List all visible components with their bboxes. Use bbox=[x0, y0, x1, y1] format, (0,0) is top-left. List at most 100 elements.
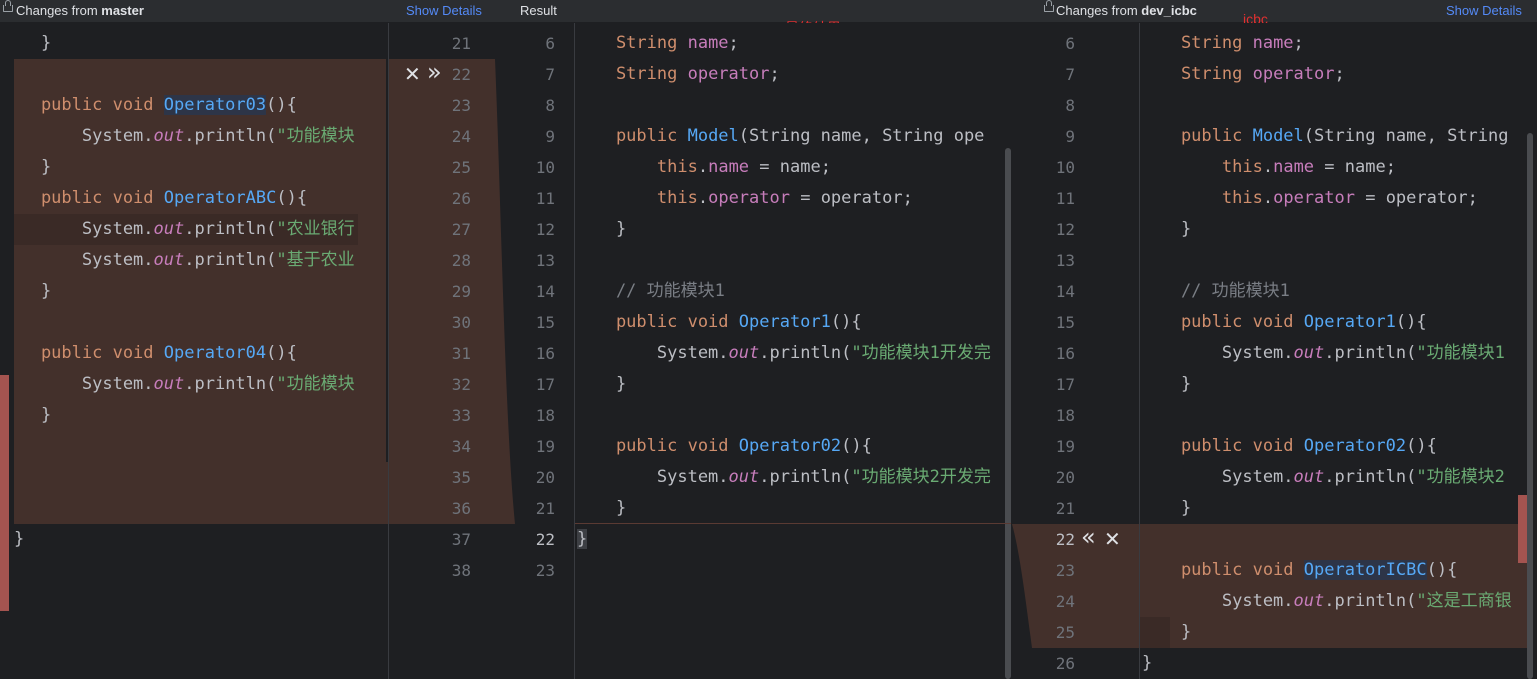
code-line: public Model(String name, String bbox=[1140, 126, 1509, 146]
right-change-marker bbox=[1518, 495, 1527, 563]
line-number: 9 bbox=[1065, 127, 1075, 146]
code-line: System.out.println("农业银行 bbox=[0, 219, 355, 239]
line-number: 13 bbox=[535, 251, 555, 270]
code-line: System.out.println("功能模块2 bbox=[1140, 467, 1505, 487]
result-editor[interactable]: String name; String operator; public Mod… bbox=[575, 23, 1011, 679]
line-number: 17 bbox=[1055, 375, 1075, 394]
code-line: } bbox=[575, 374, 627, 394]
code-line: String name; bbox=[1140, 33, 1304, 53]
code-line: // 功能模块1 bbox=[575, 281, 725, 301]
line-number: 16 bbox=[535, 344, 555, 363]
reject-right-change-icon[interactable]: ✕ bbox=[1104, 524, 1121, 555]
left-editor[interactable]: } public void Operator03(){ System.out.p… bbox=[0, 23, 388, 679]
line-number: 6 bbox=[1065, 34, 1075, 53]
code-line: System.out.println("功能模块1 bbox=[1140, 343, 1505, 363]
code-line: public void Operator1(){ bbox=[575, 312, 862, 332]
code-line: } bbox=[1140, 622, 1192, 642]
line-number: 10 bbox=[535, 158, 555, 177]
line-number: 32 bbox=[451, 375, 471, 394]
line-number: 14 bbox=[535, 282, 555, 301]
line-number: 12 bbox=[1055, 220, 1075, 239]
line-number: 17 bbox=[535, 375, 555, 394]
accept-right-change-icon[interactable]: « bbox=[1081, 522, 1096, 553]
left-separator bbox=[388, 23, 389, 679]
right-header: Changes from dev_icbc Show Details bbox=[1038, 0, 1537, 23]
code-line: String name; bbox=[575, 33, 739, 53]
code-line: } bbox=[1142, 653, 1153, 673]
right-connector-shape bbox=[1012, 524, 1140, 648]
line-number: 20 bbox=[1055, 468, 1075, 487]
line-number: 18 bbox=[1055, 406, 1075, 425]
right-editor[interactable]: String name; String operator; public Mod… bbox=[1140, 23, 1537, 679]
line-number: 38 bbox=[451, 561, 471, 580]
code-line: System.out.println("功能模块 bbox=[0, 126, 355, 146]
line-number: 18 bbox=[535, 406, 555, 425]
lock-icon bbox=[1044, 0, 1054, 12]
line-number: 10 bbox=[1055, 158, 1075, 177]
line-number: 9 bbox=[545, 127, 555, 146]
line-number: 35 bbox=[451, 468, 471, 487]
line-number: 37 bbox=[451, 530, 471, 549]
line-number: 14 bbox=[1055, 282, 1075, 301]
line-number: 13 bbox=[1055, 251, 1075, 270]
line-number: 30 bbox=[451, 313, 471, 332]
line-number: 21 bbox=[451, 34, 471, 53]
line-number: 8 bbox=[1065, 96, 1075, 115]
line-number: 23 bbox=[535, 561, 555, 580]
line-number: 24 bbox=[451, 127, 471, 146]
line-number: 25 bbox=[1055, 623, 1075, 642]
line-number: 20 bbox=[535, 468, 555, 487]
right-scrollbar[interactable] bbox=[1527, 133, 1533, 679]
left-change-tail bbox=[14, 462, 388, 524]
line-number: 15 bbox=[1055, 313, 1075, 332]
code-line: public void Operator04(){ bbox=[0, 343, 297, 363]
code-line: public Model(String name, String ope bbox=[575, 126, 985, 146]
code-line: public void Operator03(){ bbox=[0, 95, 297, 115]
code-line: this.operator = operator; bbox=[656, 188, 913, 208]
code-line: public void Operator02(){ bbox=[575, 436, 872, 456]
line-number: 25 bbox=[451, 158, 471, 177]
code-line: } bbox=[1140, 374, 1192, 394]
line-number: 22 bbox=[451, 65, 471, 84]
line-number: 19 bbox=[1055, 437, 1075, 456]
right-show-details-link[interactable]: Show Details bbox=[1446, 0, 1522, 22]
line-number: 36 bbox=[451, 499, 471, 518]
code-line: public void Operator02(){ bbox=[1140, 436, 1437, 456]
code-line: } bbox=[575, 498, 627, 518]
code-line: public void Operator1(){ bbox=[1140, 312, 1427, 332]
code-line: System.out.println("这是工商银 bbox=[1140, 591, 1512, 611]
result-title: Result bbox=[520, 3, 557, 18]
line-number: 6 bbox=[545, 34, 555, 53]
code-line: } bbox=[0, 33, 52, 53]
line-number: 15 bbox=[535, 313, 555, 332]
line-number: 21 bbox=[535, 499, 555, 518]
code-line: String operator; bbox=[575, 64, 780, 84]
line-number: 11 bbox=[1055, 189, 1075, 208]
right-gutter: « ✕ 6 7 8 9 10 11 12 13 14 15 16 17 18 19 20 21 22 23 24 25… bbox=[1012, 23, 1140, 679]
line-number: 7 bbox=[545, 65, 555, 84]
code-line: } bbox=[1140, 219, 1192, 239]
code-line: System.out.println("基于农业 bbox=[0, 250, 355, 270]
code-line: } bbox=[577, 529, 588, 549]
right-title: Changes from dev_icbc bbox=[1056, 3, 1197, 18]
code-line: } bbox=[0, 405, 52, 425]
line-number: 16 bbox=[1055, 344, 1075, 363]
result-scrollbar[interactable] bbox=[1005, 148, 1011, 679]
code-line: this.name = name; bbox=[1221, 157, 1396, 177]
line-number: 26 bbox=[1055, 654, 1075, 673]
code-line: System.out.println("功能模块1开发完 bbox=[575, 343, 991, 363]
code-line: String operator; bbox=[1140, 64, 1345, 84]
code-line: } bbox=[1140, 498, 1192, 518]
line-number: 29 bbox=[451, 282, 471, 301]
code-line: this.name = name; bbox=[656, 157, 831, 177]
line-number: 7 bbox=[1065, 65, 1075, 84]
line-number: 12 bbox=[535, 220, 555, 239]
line-number: 34 bbox=[451, 437, 471, 456]
line-number: 11 bbox=[535, 189, 555, 208]
code-line: } bbox=[575, 219, 627, 239]
left-show-details-link[interactable]: Show Details bbox=[406, 0, 482, 22]
line-number: 22 bbox=[1055, 530, 1075, 549]
reject-left-change-icon[interactable]: ✕ bbox=[404, 59, 421, 90]
code-line: System.out.println("功能模块 bbox=[0, 374, 355, 394]
code-line: public void OperatorICBC(){ bbox=[1140, 560, 1458, 580]
